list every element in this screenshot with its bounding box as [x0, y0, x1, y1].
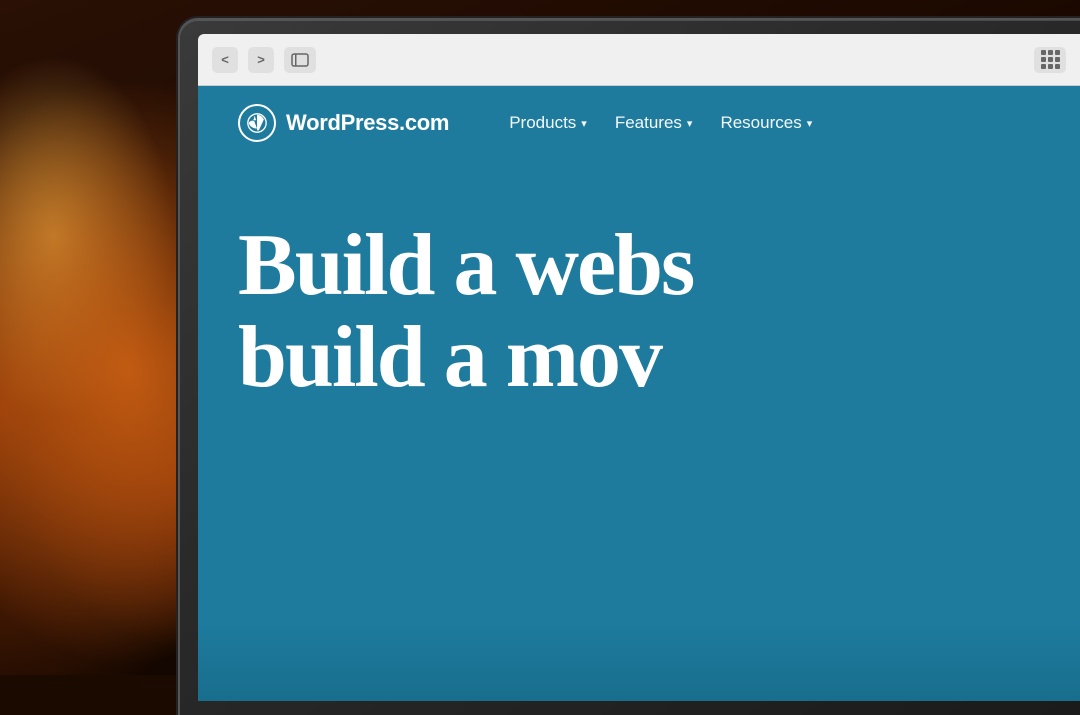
browser-grid-icon: [1041, 50, 1060, 69]
nav-resources-chevron: ▾: [807, 117, 813, 130]
wordpress-logo[interactable]: WordPress.com: [238, 104, 449, 142]
laptop-frame: < > +: [180, 20, 1080, 715]
browser-back-button[interactable]: <: [212, 47, 238, 73]
nav-products-label: Products: [509, 113, 576, 133]
nav-features-label: Features: [615, 113, 682, 133]
wordpress-nav-items: Products ▾ Features ▾ Resources ▾: [509, 113, 812, 133]
wordpress-logo-icon: [238, 104, 276, 142]
wordpress-navbar: WordPress.com Products ▾ Features ▾ Reso…: [198, 86, 1080, 160]
laptop-container: < > +: [180, 20, 1080, 715]
browser-forward-button[interactable]: >: [248, 47, 274, 73]
nav-resources-label: Resources: [720, 113, 801, 133]
wordpress-hero-section: Build a webs build a mov: [198, 160, 1080, 405]
wordpress-logo-text: WordPress.com: [286, 110, 449, 136]
browser-tab-view-button[interactable]: [284, 47, 316, 73]
browser-apps-button[interactable]: [1034, 47, 1066, 73]
nav-products-chevron: ▾: [581, 117, 587, 130]
nav-item-products[interactable]: Products ▾: [509, 113, 587, 133]
hero-line-1: Build a webs: [238, 220, 1080, 312]
hero-line-2: build a mov: [238, 312, 1080, 404]
website-bottom-fade: [198, 621, 1080, 701]
wordpress-website: WordPress.com Products ▾ Features ▾ Reso…: [198, 86, 1080, 701]
browser-chrome: < > +: [198, 34, 1080, 86]
nav-features-chevron: ▾: [687, 117, 693, 130]
nav-item-resources[interactable]: Resources ▾: [720, 113, 812, 133]
laptop-bezel: < > +: [198, 34, 1080, 701]
nav-item-features[interactable]: Features ▾: [615, 113, 693, 133]
wordpress-hero-text: Build a webs build a mov: [238, 220, 1080, 405]
